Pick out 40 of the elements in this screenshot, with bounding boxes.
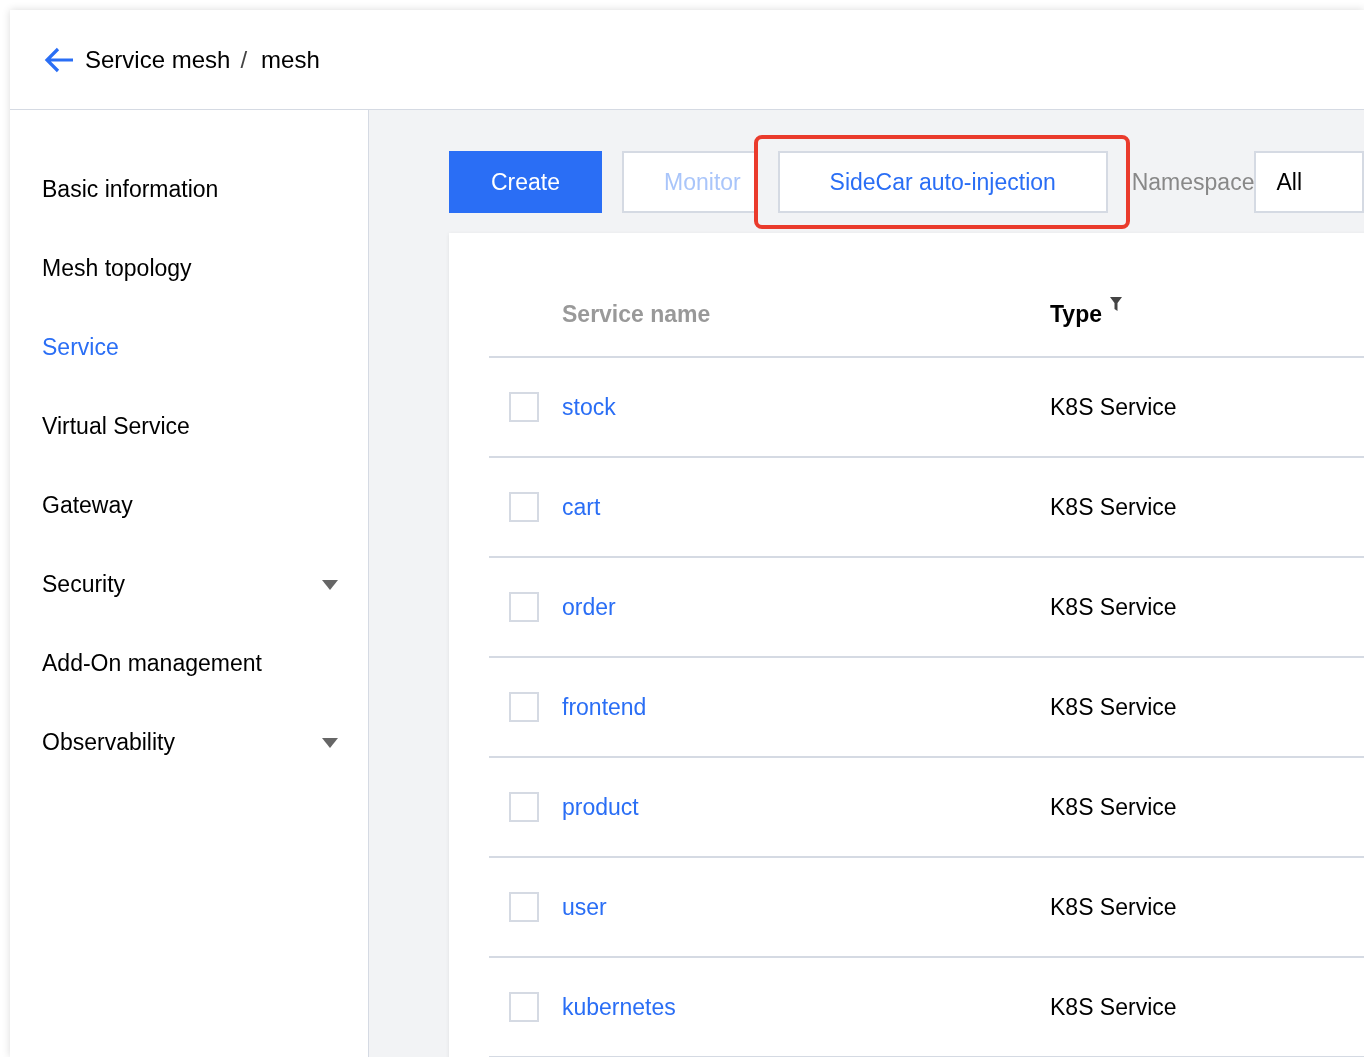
row-checkbox[interactable] (509, 392, 539, 422)
row-checkbox[interactable] (509, 492, 539, 522)
service-link[interactable]: order (562, 593, 616, 621)
service-link[interactable]: user (562, 893, 607, 921)
namespace-select[interactable]: All (1254, 151, 1364, 213)
sidebar-item[interactable]: Gateway (10, 466, 368, 545)
row-checkbox[interactable] (509, 592, 539, 622)
filter-icon[interactable] (1110, 297, 1122, 311)
service-link[interactable]: product (562, 793, 639, 821)
row-checkbox[interactable] (509, 992, 539, 1022)
back-arrow-icon[interactable] (43, 45, 75, 74)
table-cell: K8S Service (1050, 893, 1177, 921)
row-checkbox[interactable] (509, 792, 539, 822)
namespace-label: Namespace (1131, 168, 1255, 196)
sidebar-item[interactable]: Security (10, 545, 368, 624)
table-cell: K8S Service (1050, 793, 1177, 821)
row-checkbox[interactable] (509, 892, 539, 922)
row-checkbox[interactable] (509, 692, 539, 722)
service-link[interactable]: stock (562, 393, 616, 421)
table-cell: K8S Service (1050, 493, 1177, 521)
column-header: Type (1050, 301, 1102, 328)
table-cell: K8S Service (1050, 393, 1177, 421)
sidebar-item[interactable]: Basic information (10, 150, 368, 229)
service-link[interactable]: kubernetes (562, 993, 676, 1021)
sidebar-item[interactable]: Virtual Service (10, 387, 368, 466)
toolbar-button[interactable]: SideCar auto-injection (777, 151, 1108, 213)
breadcrumb-link[interactable]: Service mesh (85, 45, 231, 74)
sidebar-item[interactable]: Observability (10, 703, 368, 782)
toolbar-button[interactable]: Create (449, 151, 603, 213)
sidebar-item[interactable]: Service (10, 308, 368, 387)
sidebar-item[interactable]: Mesh topology (10, 229, 368, 308)
table-cell: K8S Service (1050, 593, 1177, 621)
breadcrumb-separator: / (240, 45, 248, 74)
breadcrumb-current: mesh (261, 45, 320, 74)
table-cell: K8S Service (1050, 993, 1177, 1021)
sidebar-item[interactable]: Add-On management (10, 624, 368, 703)
service-link[interactable]: frontend (562, 693, 647, 721)
table-cell: K8S Service (1050, 693, 1177, 721)
column-header: Service name (562, 301, 711, 328)
service-link[interactable]: cart (562, 493, 601, 521)
